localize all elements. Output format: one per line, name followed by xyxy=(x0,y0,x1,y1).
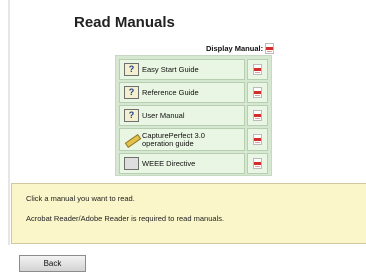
pdf-cell xyxy=(247,59,268,80)
pdf-cell xyxy=(247,82,268,103)
display-manual-label: Display Manual: xyxy=(206,44,264,53)
pencil-icon xyxy=(124,133,142,149)
book-help-icon: ? xyxy=(124,86,139,99)
pdf-cell xyxy=(247,105,268,126)
manual-row-weee-directive: WEEE Directive xyxy=(119,153,268,174)
manual-row-easy-start-guide: ? Easy Start Guide xyxy=(119,59,268,80)
manual-row-captureperfect: CapturePerfect 3.0 operation guide xyxy=(119,128,268,151)
info-note: Click a manual you want to read. Acrobat… xyxy=(11,183,366,244)
manual-link-weee-directive[interactable]: WEEE Directive xyxy=(119,153,245,174)
book-icon xyxy=(124,157,139,170)
manual-link-easy-start-guide[interactable]: ? Easy Start Guide xyxy=(119,59,245,80)
manual-row-reference-guide: ? Reference Guide xyxy=(119,82,268,103)
manual-list: ? Easy Start Guide ? Reference Guide ? U… xyxy=(115,55,272,176)
pdf-icon[interactable] xyxy=(253,64,262,75)
manual-link-captureperfect[interactable]: CapturePerfect 3.0 operation guide xyxy=(119,128,245,151)
manual-label: User Manual xyxy=(142,110,185,120)
book-help-icon: ? xyxy=(124,63,139,76)
manual-label: Easy Start Guide xyxy=(142,64,199,74)
manual-row-user-manual: ? User Manual xyxy=(119,105,268,126)
pdf-icon[interactable] xyxy=(265,43,275,54)
manual-link-user-manual[interactable]: ? User Manual xyxy=(119,105,245,126)
manual-label: WEEE Directive xyxy=(142,158,196,168)
pdf-icon[interactable] xyxy=(253,87,262,98)
page-title: Read Manuals xyxy=(74,14,175,31)
manual-label-line2: operation guide xyxy=(142,138,194,148)
pdf-icon[interactable] xyxy=(253,158,262,169)
pdf-icon[interactable] xyxy=(253,110,262,121)
left-divider xyxy=(8,0,10,245)
manual-label: CapturePerfect 3.0 operation guide xyxy=(142,131,205,148)
manual-link-reference-guide[interactable]: ? Reference Guide xyxy=(119,82,245,103)
note-line-2: Acrobat Reader/Adobe Reader is required … xyxy=(26,214,225,223)
note-line-1: Click a manual you want to read. xyxy=(26,194,135,203)
pdf-icon[interactable] xyxy=(253,134,262,145)
pdf-cell xyxy=(247,153,268,174)
pdf-cell xyxy=(247,128,268,151)
back-button[interactable]: Back xyxy=(19,255,86,272)
book-help-icon: ? xyxy=(124,109,139,122)
display-manual-label-group: Display Manual: xyxy=(206,43,275,54)
manual-label: Reference Guide xyxy=(142,87,199,97)
